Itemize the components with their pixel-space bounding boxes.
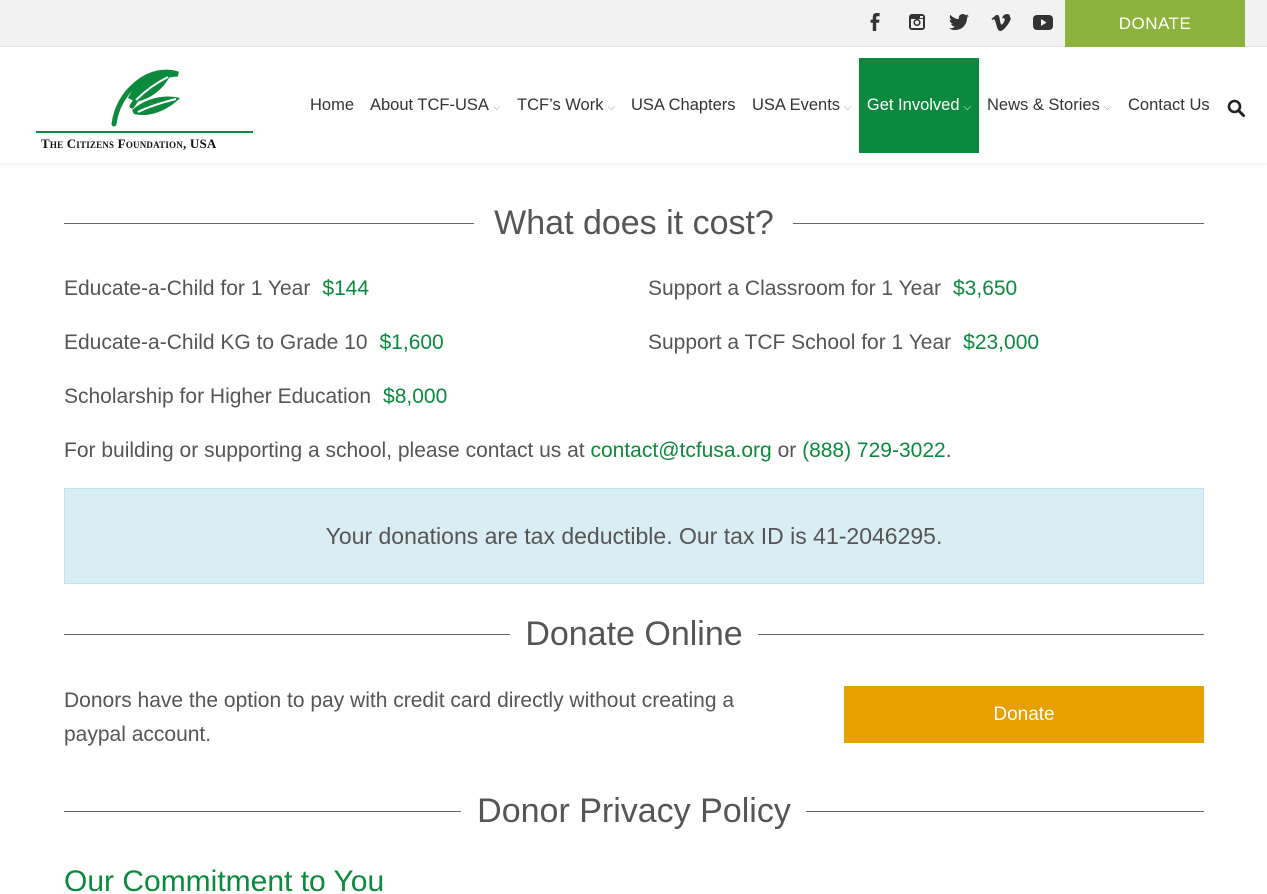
cost-item-value: $1,600	[379, 331, 444, 354]
nav-label: Contact Us	[1128, 96, 1210, 114]
nav-about[interactable]: About TCF-USA ⌵	[370, 58, 501, 153]
cost-item: Educate-a-Child KG to Grade 10 $1,600	[64, 330, 444, 356]
donate-button[interactable]: Donate	[844, 686, 1204, 743]
donate-top-button[interactable]: DONATE	[1065, 0, 1245, 47]
cost-item-value: $144	[322, 277, 370, 300]
contact-phone-link[interactable]: (888) 729-3022	[802, 439, 946, 462]
nav-label: News & Stories	[987, 96, 1100, 114]
privacy-heading: Donor Privacy Policy	[64, 791, 1204, 831]
contact-email-link[interactable]: contact@tcfusa.org	[590, 439, 771, 462]
leaf-logo-icon	[111, 69, 180, 127]
nav-label: Get Involved	[866, 96, 960, 114]
site-header: The Citizens Foundation, USA Home About …	[0, 48, 1267, 163]
tax-notice: Your donations are tax deductible. Our t…	[64, 488, 1204, 584]
logo-rule	[36, 131, 253, 133]
nav-contact-us[interactable]: Contact Us	[1128, 58, 1210, 153]
logo-text: The Citizens Foundation, USA	[41, 136, 217, 151]
contact-text: or	[771, 439, 803, 462]
instagram-icon[interactable]	[905, 10, 929, 34]
chevron-down-icon: ⌵	[492, 102, 501, 113]
nav-usa-chapters[interactable]: USA Chapters	[631, 58, 736, 153]
donate-description: Donors have the option to pay with credi…	[64, 689, 735, 746]
cost-item: Scholarship for Higher Education $8,000	[64, 384, 447, 410]
vimeo-icon[interactable]	[989, 10, 1013, 34]
nav-label: Home	[310, 96, 355, 114]
cost-item-label: Support a TCF School for 1 Year	[648, 331, 952, 354]
cost-item-label: Scholarship for Higher Education	[64, 385, 372, 408]
section-title: Donor Privacy Policy	[477, 792, 791, 830]
contact-text: .	[945, 439, 952, 462]
cost-item-value: $3,650	[953, 277, 1018, 300]
section-title: What does it cost?	[494, 204, 774, 242]
cost-item: Educate-a-Child for 1 Year $144	[64, 276, 369, 302]
cost-item: Support a Classroom for 1 Year $3,650	[648, 276, 1017, 302]
nav-label: USA Chapters	[631, 96, 736, 114]
cost-item: Support a TCF School for 1 Year $23,000	[648, 330, 1039, 356]
twitter-icon[interactable]	[947, 10, 971, 34]
nav-label: TCF’s Work	[517, 96, 604, 114]
chevron-down-icon: ⌵	[844, 102, 852, 113]
top-bar: DONATE	[0, 0, 1267, 47]
cost-item-label: Support a Classroom for 1 Year	[648, 277, 941, 300]
site-logo[interactable]: The Citizens Foundation, USA	[36, 68, 254, 154]
nav-usa-events[interactable]: USA Events ⌵	[752, 58, 852, 153]
section-title: Donate Online	[525, 615, 743, 653]
donate-online-heading: Donate Online	[64, 614, 1204, 654]
nav-tcf-work[interactable]: TCF’s Work ⌵	[517, 58, 615, 153]
chevron-down-icon: ⌵	[963, 102, 972, 113]
commitment-subheading: Our Commitment to You	[64, 865, 385, 894]
cost-item-label: Educate-a-Child for 1 Year	[64, 277, 311, 300]
cost-section-heading: What does it cost?	[64, 203, 1204, 243]
cost-item-value: $8,000	[383, 385, 448, 408]
contact-text: For building or supporting a school, ple…	[64, 439, 591, 462]
chevron-down-icon: ⌵	[607, 102, 616, 113]
nav-label: About TCF-USA	[370, 96, 489, 114]
youtube-icon[interactable]	[1031, 10, 1055, 34]
chevron-down-icon: ⌵	[1103, 102, 1112, 113]
nav-label: USA Events	[752, 96, 841, 114]
search-icon[interactable]	[1227, 99, 1245, 117]
nav-get-involved[interactable]: Get Involved ⌵	[859, 58, 979, 153]
facebook-icon[interactable]	[863, 10, 887, 34]
contact-line: For building or supporting a school, ple…	[64, 438, 952, 464]
cost-item-label: Educate-a-Child KG to Grade 10	[64, 331, 368, 354]
nav-news-stories[interactable]: News & Stories ⌵	[987, 58, 1111, 153]
nav-home[interactable]: Home	[310, 58, 354, 153]
cost-item-value: $23,000	[963, 331, 1040, 354]
